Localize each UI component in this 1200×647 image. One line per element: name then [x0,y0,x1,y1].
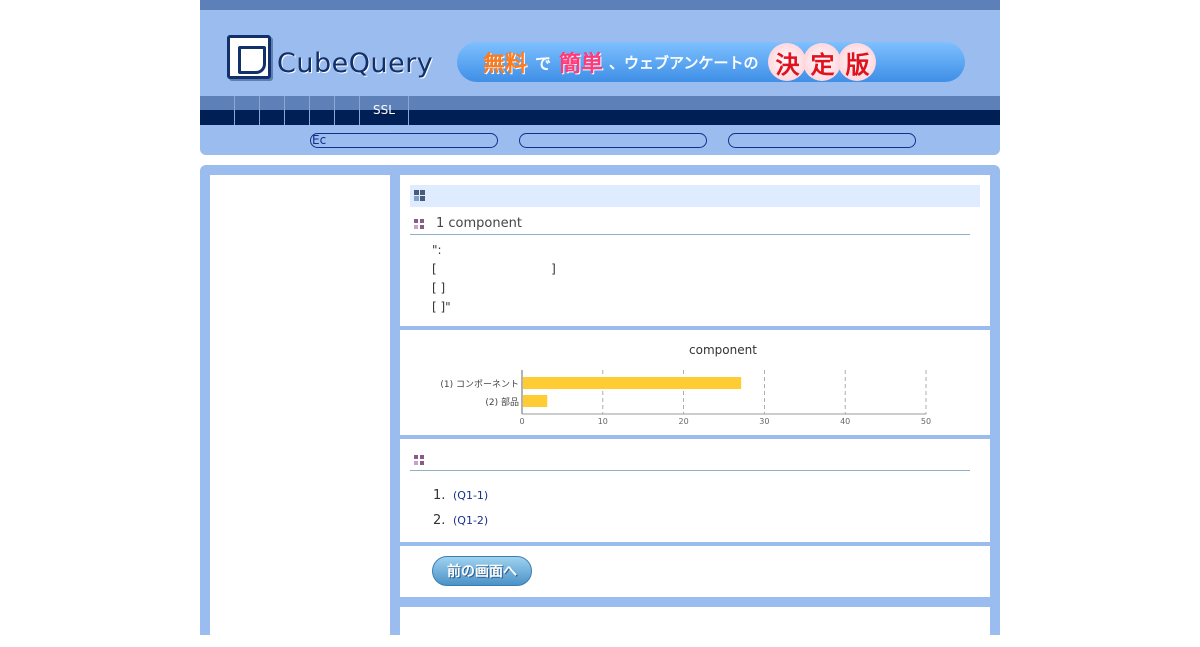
answer-link-q1-2[interactable]: (Q1-2) [453,514,488,527]
nav-item-1[interactable] [234,96,259,125]
question-line-2: [ ] [432,262,556,276]
list-number: 1. [433,488,446,503]
list-item: 2. (Q1-2) [433,508,488,533]
heading-squares-icon [414,219,426,231]
header: CubeQuery 無料 で 簡単 、ウェブアンケートの 決 定 版 SSL E… [200,0,1000,155]
pill-link-1[interactable]: Ec [310,133,498,148]
nav-item-5[interactable] [334,96,359,125]
question-heading: 1 component [410,213,970,235]
x-tick-label: 10 [598,417,608,426]
question-line-4: [ ]" [432,300,451,314]
chart-title: component [689,343,757,357]
question-line-1: ": [432,243,442,257]
nav-item-ssl[interactable]: SSL [359,96,409,125]
chart-panel: component 0 10 20 30 40 50 (1) コンポーネント (2) 部品 [400,330,990,435]
question-panel: 1 component ": [ ] [ ] [ ]" [400,175,990,326]
logo-text: CubeQuery [277,47,434,79]
pill-link-3[interactable] [728,133,916,148]
panel-title-bar [410,185,980,207]
stamp-3: 版 [838,43,877,81]
question-title: 1 component [436,216,522,231]
bar [523,377,742,389]
list-number: 2. [433,513,446,528]
logo-icon [227,35,271,79]
category-label: (2) 部品 [485,396,519,408]
question-line-3: [ ] [432,281,446,295]
answer-link-q1-1[interactable]: (Q1-1) [453,489,488,502]
category-label: (1) コンポーネント [440,379,519,390]
x-tick-label: 40 [840,417,850,426]
top-strip [200,0,1000,10]
back-button[interactable]: 前の画面へ [432,556,532,586]
x-tick-label: 0 [519,417,524,426]
banner-free: 無料 [483,52,528,77]
x-tick-label: 30 [759,417,769,426]
bar-chart: component 0 10 20 30 40 50 (1) コンポーネント (2) 部品 [440,343,931,426]
sidebar [210,175,390,635]
title-squares-icon [414,190,426,202]
pill-link-2[interactable] [519,133,707,148]
answers-panel: 1. (Q1-1) 2. (Q1-2) [400,439,990,542]
question-body: ": [ ] [ ] [ ]" [432,241,556,317]
banner-survey: 、ウェブアンケートの [609,53,759,72]
promo-banner: 無料 で 簡単 、ウェブアンケートの 決 定 版 [457,42,965,82]
x-tick-label: 50 [921,417,931,426]
answers-list: 1. (Q1-1) 2. (Q1-2) [433,483,488,533]
list-item: 1. (Q1-1) [433,483,488,508]
pill-links: Ec [200,133,1000,149]
nav-item-3[interactable] [284,96,309,125]
banner-easy: 簡単 [559,52,604,77]
banner-de: で [535,54,552,73]
answers-squares-icon [414,455,426,467]
nav-menu: SSL [234,96,409,125]
stamp-1: 決 [768,43,807,81]
nav-item-4[interactable] [309,96,334,125]
answers-heading [410,449,970,471]
stamp-2: 定 [803,43,842,81]
nav-panel: 前の画面へ [400,546,990,597]
logo[interactable]: CubeQuery [227,35,433,79]
page: CubeQuery 無料 で 簡単 、ウェブアンケートの 決 定 版 SSL E… [200,0,1000,647]
content-frame: 1 component ": [ ] [ ] [ ]" component 0 10 20 3… [200,165,1000,647]
nav-item-2[interactable] [259,96,284,125]
footer-panel [400,607,990,647]
bar [523,395,548,407]
banner-stamps: 決 定 版 [768,43,877,81]
x-tick-label: 20 [679,417,689,426]
